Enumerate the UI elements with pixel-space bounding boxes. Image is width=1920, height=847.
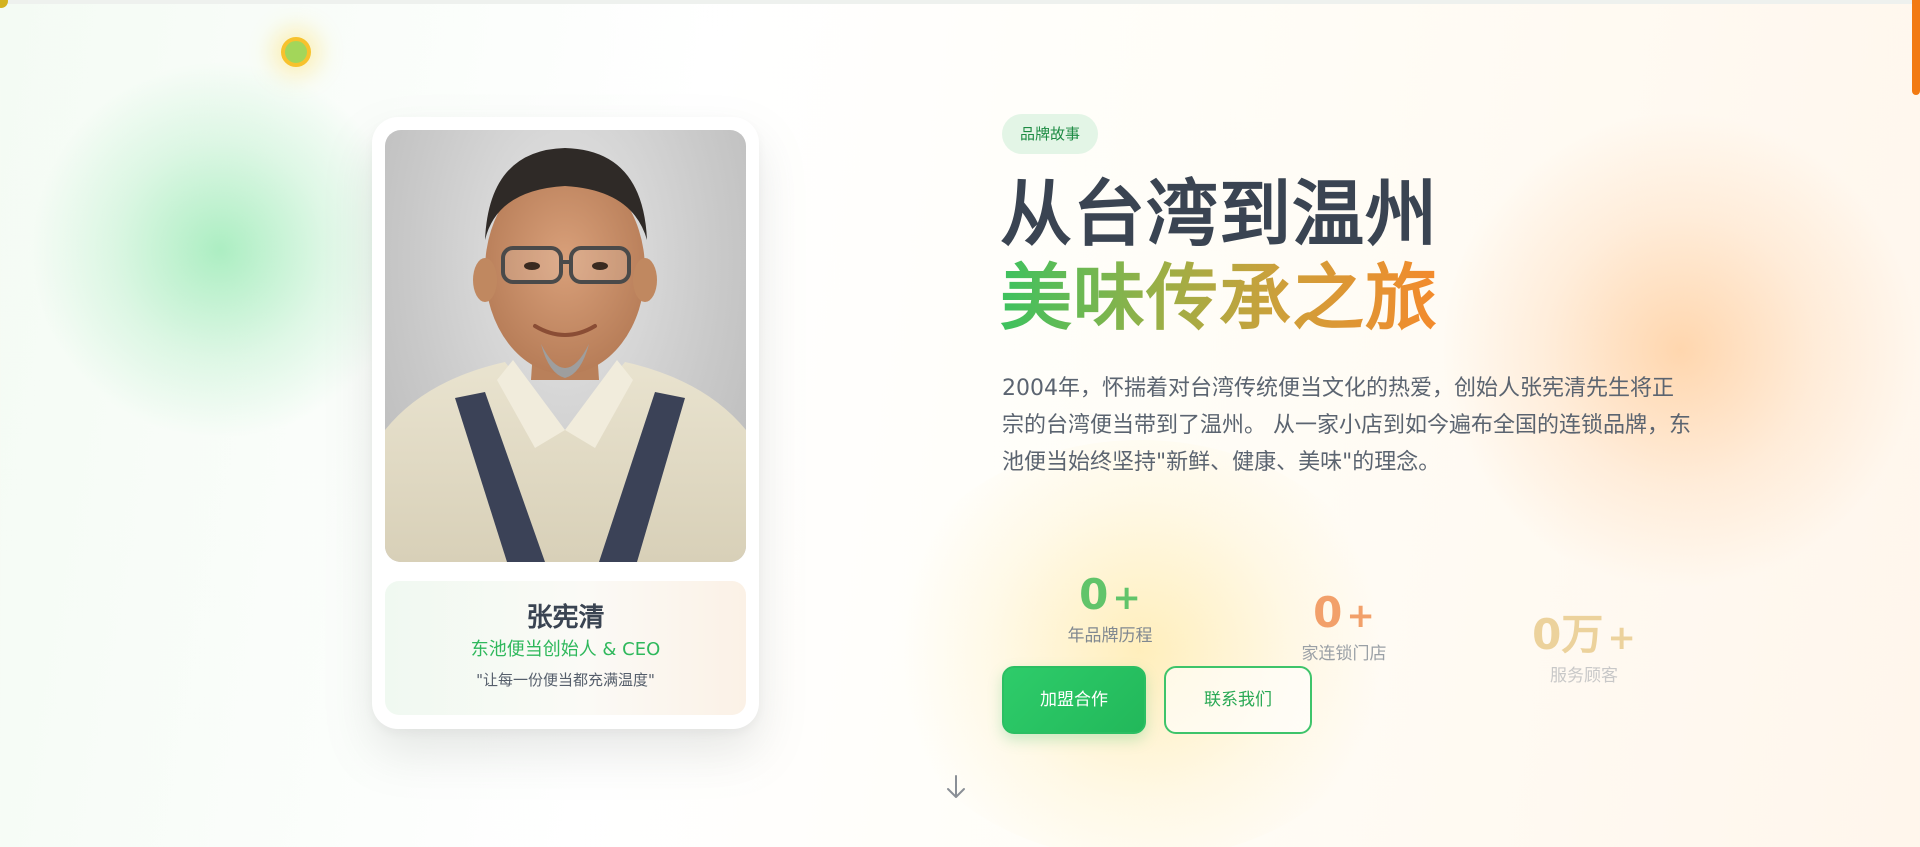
- founder-photo: [385, 130, 746, 562]
- cursor-highlight-icon: [281, 37, 311, 67]
- arrow-down-icon[interactable]: [944, 772, 968, 802]
- arrow-down-icon-svg: [947, 775, 965, 798]
- founder-name: 张宪清: [526, 603, 605, 633]
- stat-store-count: 0 + 家连锁门店: [1234, 588, 1454, 667]
- founder-info: 张宪清 东池便当创始人 & CEO "让每一份便当都充满温度": [385, 581, 746, 715]
- decorative-green-glow: [30, 60, 410, 440]
- founder-quote: "让每一份便当都充满温度": [476, 671, 655, 689]
- stat-brand-years: 0 + 年品牌历程: [1000, 570, 1220, 649]
- decorative-orange-glow: [1440, 110, 1920, 590]
- stat-suffix: +: [1112, 578, 1141, 618]
- contact-button[interactable]: 联系我们: [1164, 666, 1312, 734]
- stat-value: 0万 +: [1474, 610, 1694, 663]
- stat-number: 0万: [1532, 610, 1604, 659]
- hero-heading-line-1: 从台湾到温州: [1000, 172, 1439, 256]
- hero-heading-line-2: 美味传承之旅: [1000, 256, 1439, 340]
- stat-value: 0 +: [1000, 570, 1220, 623]
- stat-suffix: +: [1607, 618, 1636, 658]
- corner-marker: [0, 0, 8, 8]
- hero-heading: 从台湾到温州 美味传承之旅: [1000, 172, 1438, 340]
- stat-label: 家连锁门店: [1301, 644, 1387, 664]
- brand-description: 2004年，怀揣着对台湾传统便当文化的热爱，创始人张宪清先生将正宗的台湾便当带到…: [1002, 376, 1691, 475]
- stat-value: 0 +: [1234, 588, 1454, 641]
- stat-label: 服务顾客: [1550, 666, 1618, 686]
- founder-card: 张宪清 东池便当创始人 & CEO "让每一份便当都充满温度": [372, 117, 759, 729]
- founder-title: 东池便当创始人 & CEO: [470, 639, 661, 660]
- stat-customers: 0万 + 服务顾客: [1474, 610, 1694, 689]
- top-border: [0, 0, 1920, 4]
- stat-number: 0: [1079, 570, 1109, 619]
- stat-label: 年品牌历程: [1067, 626, 1153, 646]
- founder-portrait-illustration: [385, 148, 746, 562]
- franchise-button[interactable]: 加盟合作: [1002, 666, 1146, 734]
- page-scrollbar-thumb[interactable]: [1912, 0, 1920, 95]
- stat-suffix: +: [1346, 596, 1375, 636]
- stat-number: 0: [1313, 588, 1343, 637]
- section-badge: 品牌故事: [1002, 114, 1099, 154]
